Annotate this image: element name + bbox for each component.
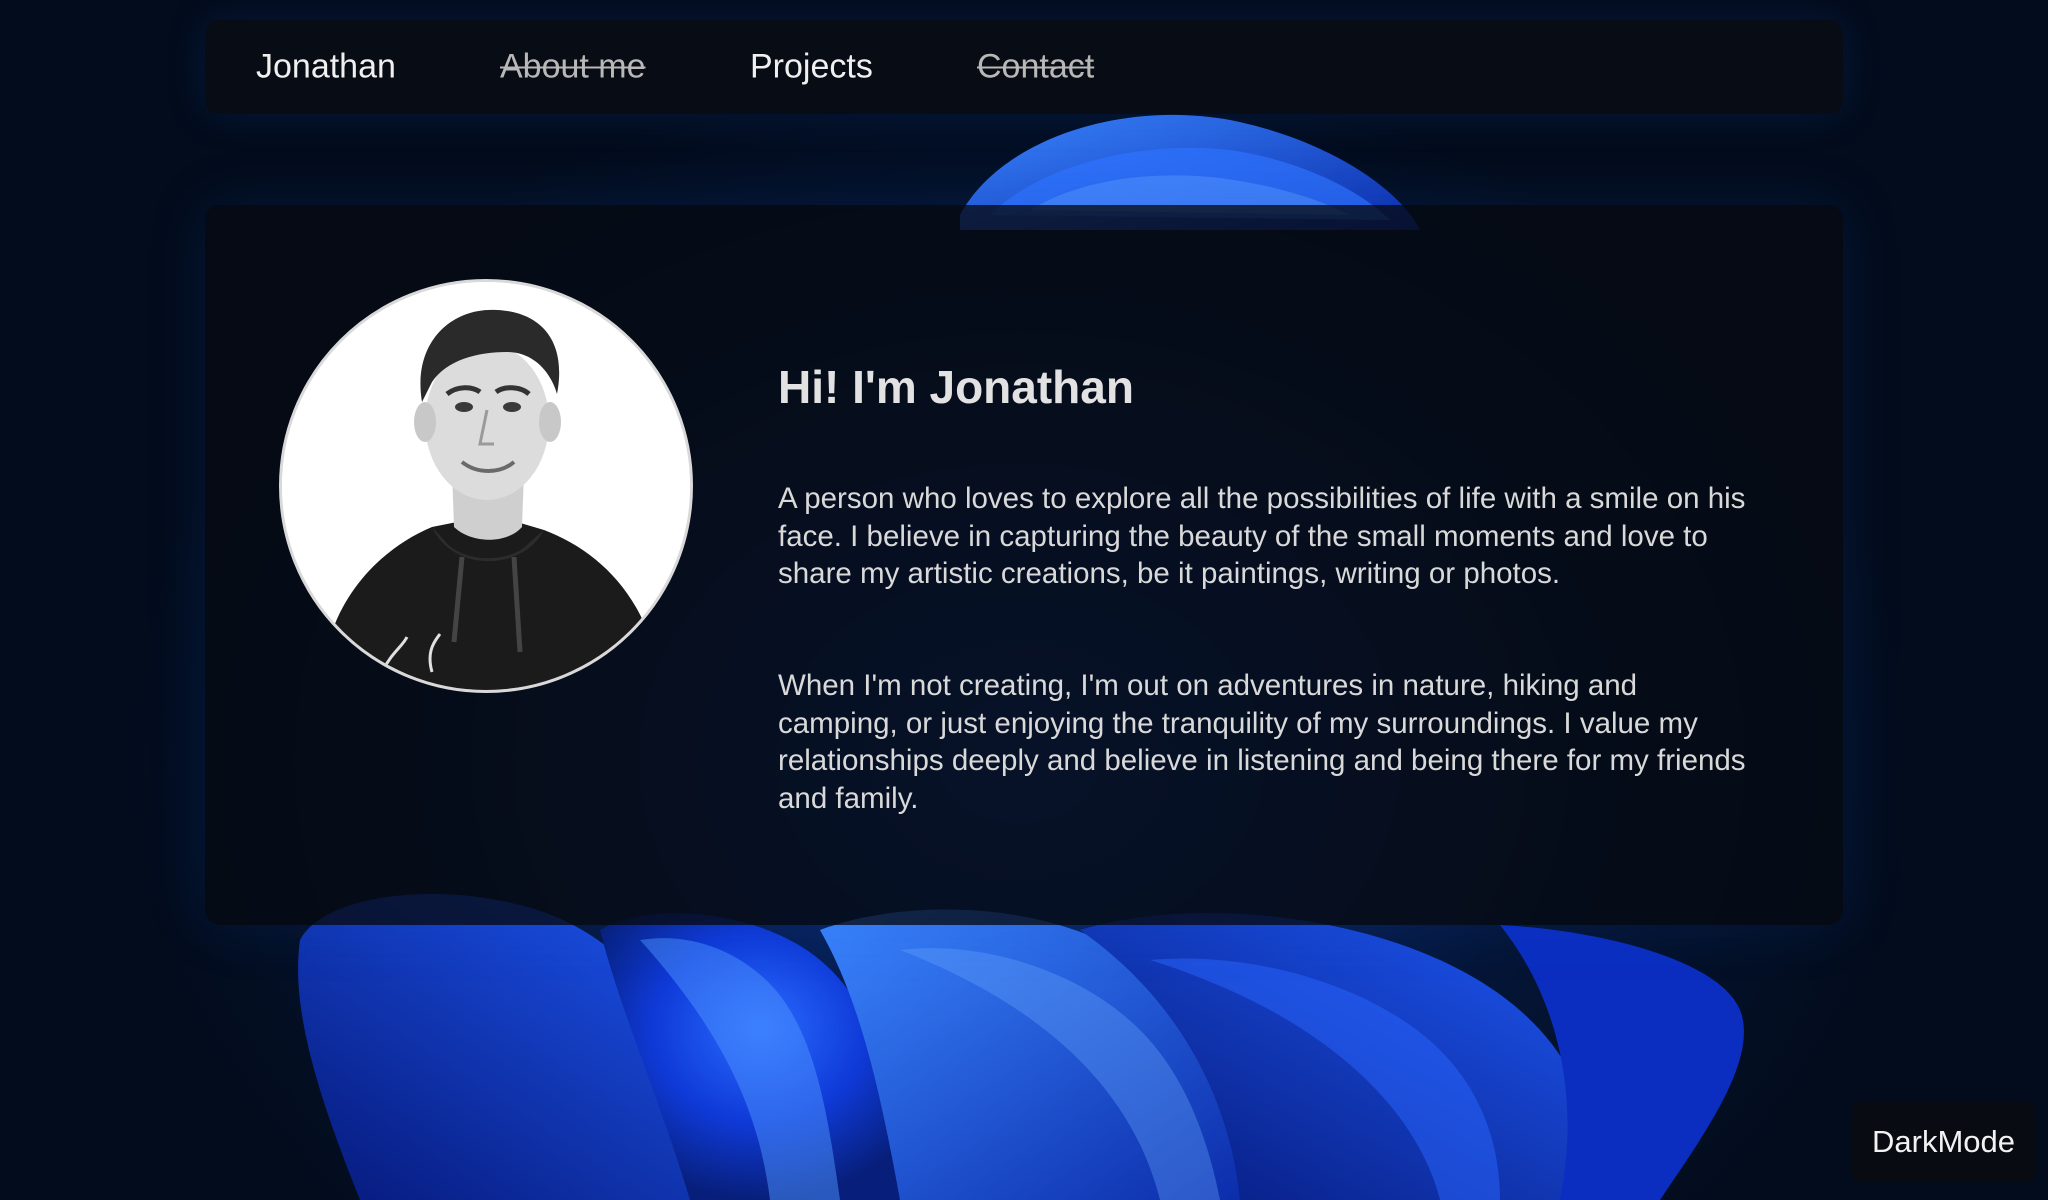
- nav-link-contact[interactable]: Contact: [977, 48, 1094, 87]
- nav-link-about-me[interactable]: About me: [500, 48, 646, 87]
- hero-heading: Hi! I'm Jonathan: [778, 361, 1134, 413]
- portrait-illustration: [282, 282, 690, 690]
- nav-link-projects[interactable]: Projects: [750, 48, 873, 87]
- bio-paragraph: A person who loves to explore all the po…: [778, 482, 1746, 590]
- profile-photo: [279, 279, 693, 693]
- about-card: Hi! I'm Jonathan A person who loves to e…: [205, 205, 1843, 925]
- nav-brand-link[interactable]: Jonathan: [256, 48, 396, 87]
- dark-mode-toggle-button[interactable]: DarkMode: [1851, 1102, 2036, 1182]
- top-navigation-bar: Jonathan About me Projects Contact: [205, 20, 1843, 114]
- bio-paragraph: When I'm not creating, I'm out on advent…: [778, 669, 1746, 815]
